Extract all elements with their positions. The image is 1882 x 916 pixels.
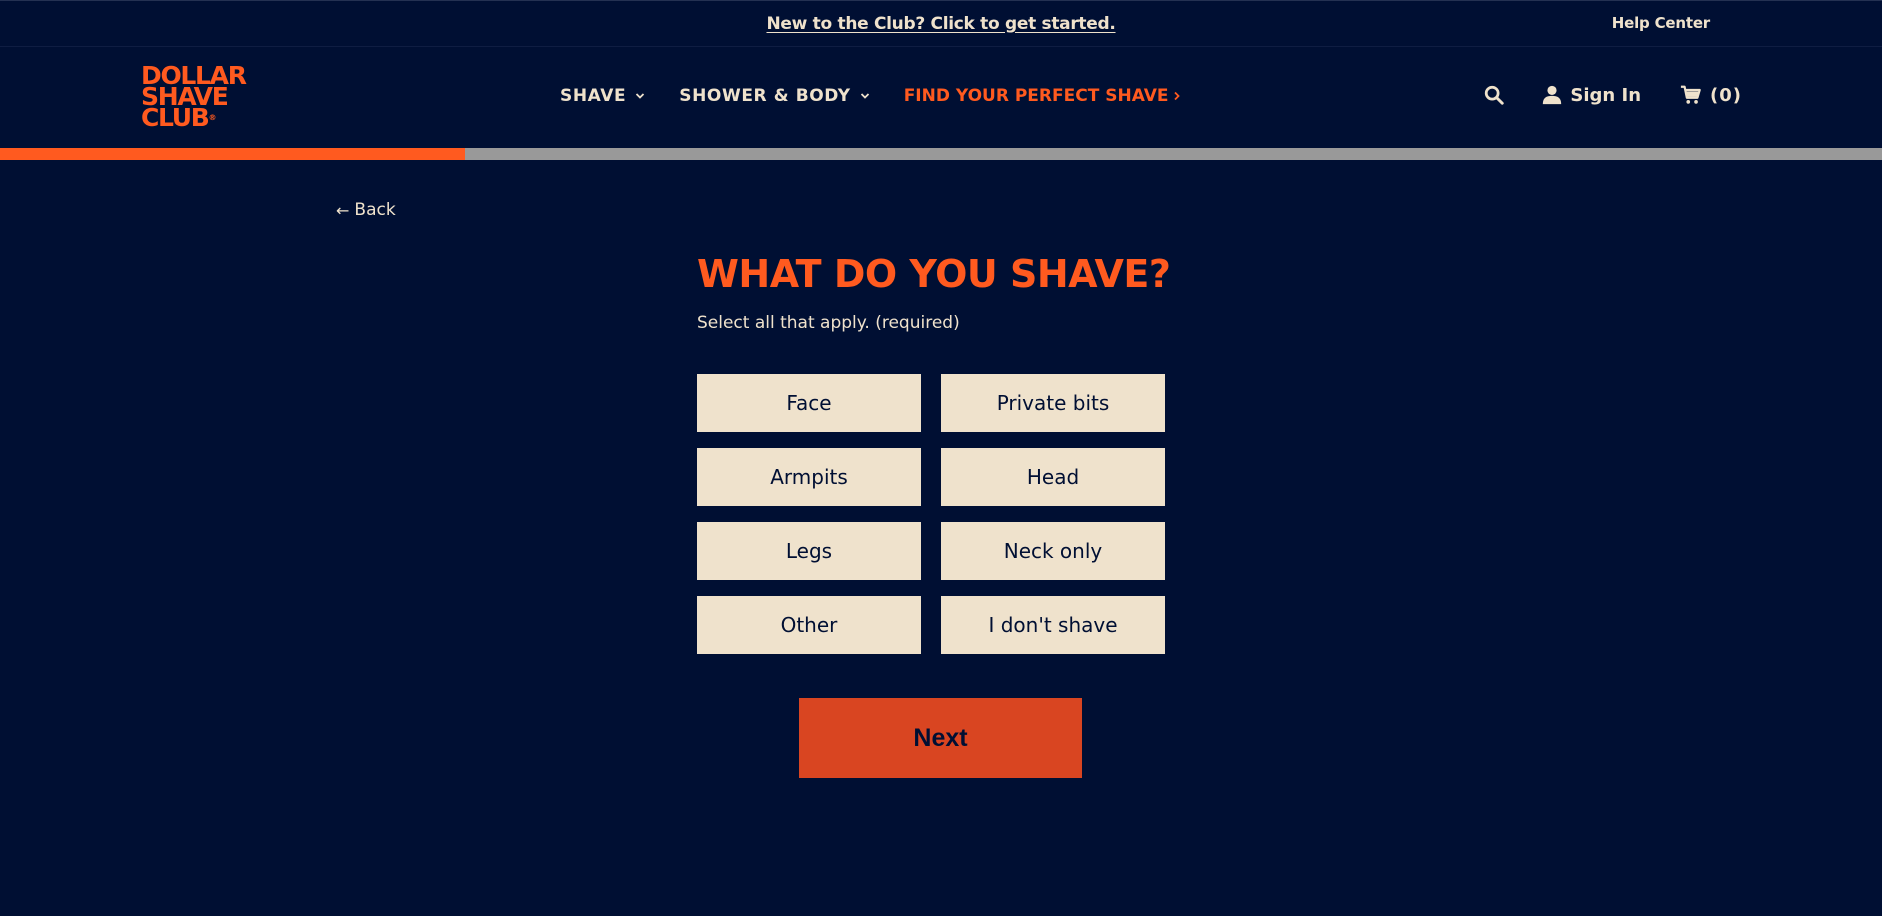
main-nav: SHAVE SHOWER & BODY FIND YOUR PERFECT SH… xyxy=(560,86,1216,106)
quiz-progress-bar xyxy=(0,148,1882,160)
registered-mark: ® xyxy=(208,113,217,122)
back-label: Back xyxy=(354,200,396,220)
option-head[interactable]: Head xyxy=(941,448,1165,506)
new-to-club-link[interactable]: New to the Club? Click to get started. xyxy=(766,14,1115,34)
nav-shave[interactable]: SHAVE xyxy=(560,86,645,106)
logo-line-3-text: CLUB xyxy=(141,103,210,132)
user-icon xyxy=(1543,85,1562,105)
nav-shower-body[interactable]: SHOWER & BODY xyxy=(679,86,869,106)
question-title: WHAT DO YOU SHAVE? xyxy=(697,252,1171,296)
chevron-right-icon xyxy=(1174,91,1181,101)
option-neck-only[interactable]: Neck only xyxy=(941,522,1165,580)
option-private-bits[interactable]: Private bits xyxy=(941,374,1165,432)
nav-find-perfect-shave-label: FIND YOUR PERFECT SHAVE xyxy=(903,86,1169,106)
site-header: DOLLAR SHAVE CLUB® SHAVE SHOWER & BODY F… xyxy=(0,48,1882,148)
cart-icon xyxy=(1680,85,1701,104)
arrow-left-icon: ← xyxy=(336,200,350,220)
chevron-down-icon xyxy=(636,93,645,99)
dollar-shave-club-logo[interactable]: DOLLAR SHAVE CLUB® xyxy=(141,63,257,131)
question-instruction: Select all that apply. (required) xyxy=(697,313,960,333)
cart-button[interactable]: (0) xyxy=(1680,84,1742,106)
option-legs[interactable]: Legs xyxy=(697,522,921,580)
next-button[interactable]: Next xyxy=(799,698,1082,778)
sign-in-button[interactable]: Sign In xyxy=(1541,84,1641,106)
help-center-link[interactable]: Help Center xyxy=(1612,14,1710,32)
back-link[interactable]: ← Back xyxy=(336,200,396,220)
quiz-progress-fill xyxy=(0,148,465,160)
option-face[interactable]: Face xyxy=(697,374,921,432)
option-other[interactable]: Other xyxy=(697,596,921,654)
option-i-dont-shave[interactable]: I don't shave xyxy=(941,596,1165,654)
header-actions: Sign In (0) xyxy=(1483,84,1742,106)
nav-shave-label: SHAVE xyxy=(560,86,627,106)
logo-line-3: CLUB® xyxy=(141,105,257,130)
chevron-down-icon xyxy=(860,93,869,99)
search-icon[interactable] xyxy=(1483,84,1505,106)
nav-find-perfect-shave[interactable]: FIND YOUR PERFECT SHAVE xyxy=(904,86,1183,106)
top-banner: New to the Club? Click to get started. H… xyxy=(0,0,1882,47)
sign-in-label: Sign In xyxy=(1570,84,1642,106)
option-armpits[interactable]: Armpits xyxy=(697,448,921,506)
nav-shower-body-label: SHOWER & BODY xyxy=(679,86,851,106)
shave-options-grid: Face Private bits Armpits Head Legs Neck… xyxy=(697,374,1166,654)
cart-count: (0) xyxy=(1710,84,1742,106)
